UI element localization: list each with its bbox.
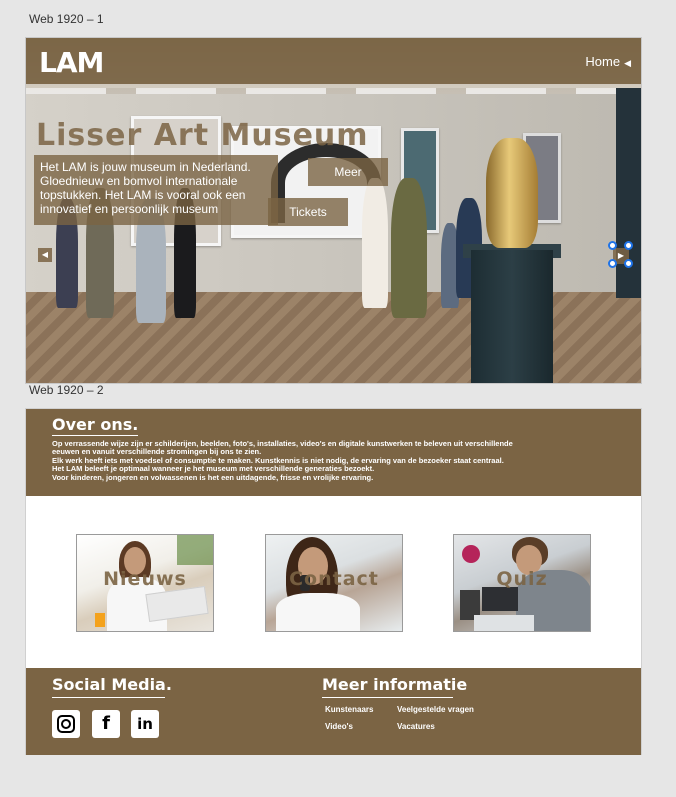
videos-link[interactable]: Video's — [325, 722, 353, 731]
frame-web-1920-2: Over ons. Op verrassende wijze zijn er s… — [25, 408, 642, 755]
instagram-icon[interactable] — [52, 710, 80, 738]
facebook-icon[interactable]: f — [92, 710, 120, 738]
about-underline — [52, 435, 138, 436]
golden-vase-image — [486, 138, 538, 248]
slider-prev-icon[interactable]: ◀ — [38, 248, 52, 262]
about-text: Op verrassende wijze zijn er schilderije… — [52, 439, 592, 482]
selection-handle[interactable] — [608, 241, 617, 250]
contact-card[interactable]: Contact — [265, 534, 403, 632]
nieuws-card-label: Nieuws — [103, 568, 187, 590]
selection-handle[interactable] — [608, 259, 617, 268]
frame-label-web-2: Web 1920 – 2 — [29, 383, 104, 397]
meer-button[interactable]: Meer — [308, 158, 388, 186]
selection-handle[interactable] — [624, 241, 633, 250]
nieuws-card[interactable]: Nieuws — [76, 534, 214, 632]
quiz-card[interactable]: Quiz — [453, 534, 591, 632]
contact-card-label: Contact — [289, 568, 379, 590]
kunstenaars-link[interactable]: Kunstenaars — [325, 705, 373, 714]
about-section: Over ons. Op verrassende wijze zijn er s… — [26, 409, 641, 496]
home-nav-link[interactable]: Home ◀ — [585, 54, 631, 69]
linkedin-icon[interactable]: in — [131, 710, 159, 738]
meer-informatie-underline — [322, 697, 453, 698]
frame-label-web-1: Web 1920 – 1 — [29, 12, 104, 26]
social-media-title: Social Media. — [52, 675, 172, 694]
frame-web-1920-1: LAM Home ◀ Lisser Art Museum Het LAM is j… — [25, 37, 642, 384]
home-label: Home — [585, 54, 621, 69]
lam-logo[interactable]: LAM — [39, 46, 104, 79]
veelgestelde-vragen-link[interactable]: Veelgestelde vragen — [397, 705, 474, 714]
social-media-underline — [52, 697, 165, 698]
about-line: Voor kinderen, jongeren en volwassenen i… — [52, 472, 374, 482]
hero-text: Het LAM is jouw museum in Nederland. Glo… — [40, 160, 251, 216]
vacatures-link[interactable]: Vacatures — [397, 722, 435, 731]
quiz-card-label: Quiz — [496, 568, 548, 590]
hero-title: Lisser Art Museum — [36, 118, 369, 153]
selection-handle[interactable] — [624, 259, 633, 268]
meer-informatie-title: Meer informatie — [322, 675, 468, 694]
top-navbar: LAM Home ◀ — [26, 38, 641, 84]
tickets-button[interactable]: Tickets — [268, 198, 348, 226]
caret-left-icon: ◀ — [624, 58, 631, 68]
about-title: Over ons. — [52, 415, 139, 434]
footer-section: Social Media. Meer informatie f in Kunst… — [26, 668, 641, 755]
